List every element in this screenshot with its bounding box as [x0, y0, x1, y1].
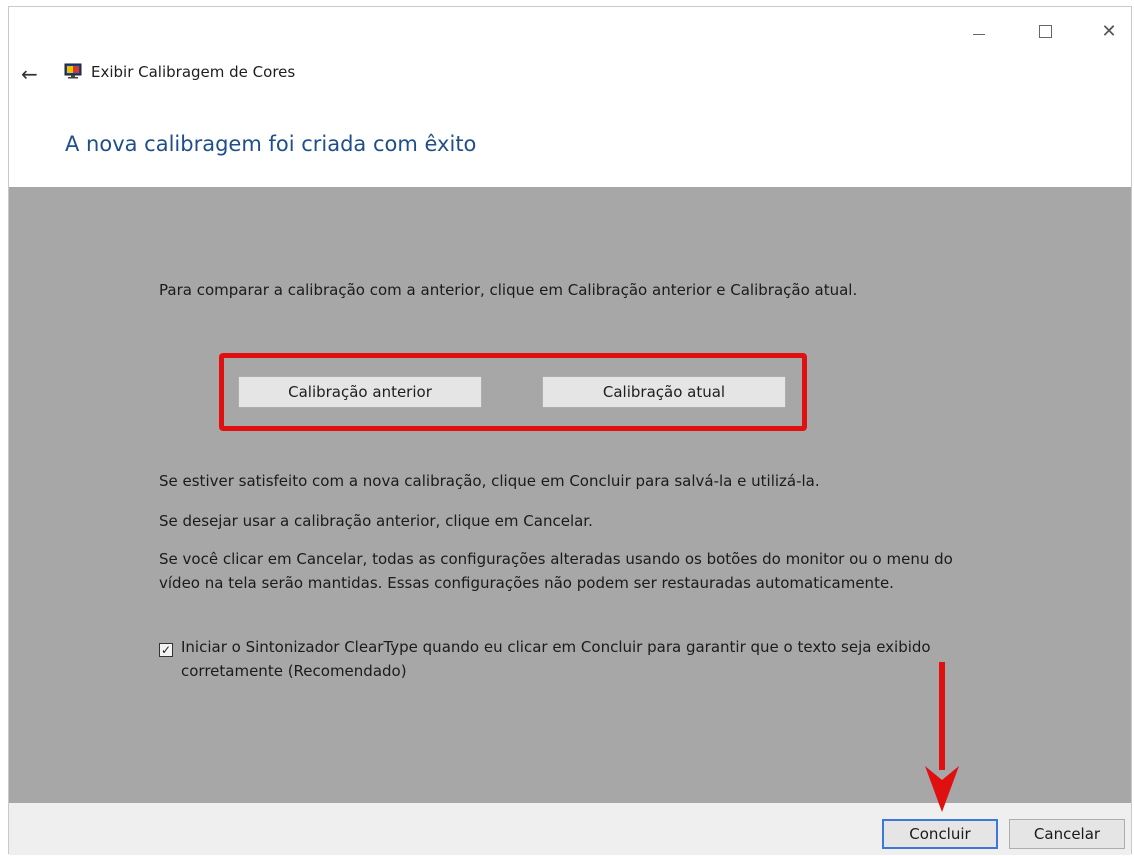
title-bar: ✕	[9, 7, 1131, 55]
red-arrow-annotation-icon	[925, 662, 959, 812]
satisfied-instructions: Se estiver satisfeito com a nova calibra…	[159, 472, 820, 490]
back-arrow-icon[interactable]: ←	[21, 62, 38, 86]
previous-calibration-button[interactable]: Calibração anterior	[238, 376, 482, 408]
warning-text: Se você clicar em Cancelar, todas as con…	[159, 550, 953, 592]
cleartype-checkbox[interactable]: ✓	[159, 643, 173, 657]
minimize-button[interactable]	[959, 15, 999, 47]
finish-button[interactable]: Concluir	[882, 819, 998, 849]
cancel-button[interactable]: Cancelar	[1009, 819, 1125, 849]
close-icon: ✕	[1101, 20, 1117, 42]
close-button[interactable]: ✕	[1089, 15, 1129, 47]
calibration-window: ✕ ← Exibir Calibragem de Cores A nova ca…	[8, 6, 1132, 855]
cleartype-label[interactable]: Iniciar o Sintonizador ClearType quando …	[181, 635, 981, 683]
window-title: Exibir Calibragem de Cores	[91, 63, 296, 81]
page-heading: A nova calibragem foi criada com êxito	[65, 132, 477, 156]
maximize-button[interactable]	[1025, 15, 1065, 47]
maximize-icon	[1038, 24, 1052, 38]
cancel-instructions: Se desejar usar a calibração anterior, c…	[159, 512, 593, 530]
nav-row: ← Exibir Calibragem de Cores	[9, 59, 1131, 89]
minimize-icon	[973, 33, 985, 35]
compare-instructions: Para comparar a calibração com a anterio…	[159, 281, 858, 299]
current-calibration-button[interactable]: Calibração atual	[542, 376, 786, 408]
check-icon: ✓	[160, 643, 172, 657]
monitor-icon	[64, 63, 82, 79]
